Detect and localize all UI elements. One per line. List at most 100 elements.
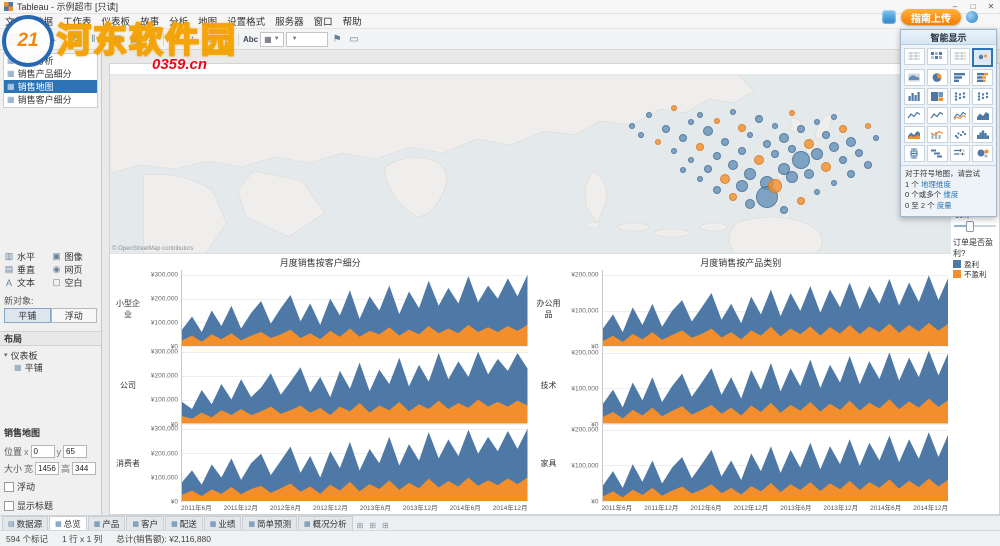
showme-continuous-lines[interactable] [904, 107, 925, 124]
tiled-button[interactable]: 平铺 [4, 307, 51, 323]
map-mark[interactable] [814, 119, 821, 126]
map-mark[interactable] [772, 122, 779, 129]
map-mark[interactable] [696, 176, 703, 183]
map-mark[interactable] [786, 171, 799, 184]
legend-item-盈利[interactable]: 盈利 [953, 259, 997, 269]
plot-area[interactable] [601, 270, 948, 348]
menu-item-文件[interactable]: 文件 [0, 14, 29, 28]
field-type-link[interactable]: 地理维度 [921, 180, 951, 189]
map-mark[interactable] [629, 122, 636, 129]
map-mark[interactable] [831, 113, 838, 120]
pos-y-input[interactable]: 65 [63, 445, 87, 459]
showme-dual-lines[interactable] [949, 107, 971, 124]
object-图像[interactable]: ▣ 图像 [52, 251, 98, 263]
map-mark[interactable] [789, 110, 796, 117]
map-mark[interactable] [747, 131, 754, 138]
refresh-icon[interactable]: ↻ [69, 32, 84, 47]
undo-icon[interactable]: ← [28, 32, 43, 47]
map-mark[interactable] [821, 130, 830, 139]
sheet-list-item-销售地图[interactable]: ▦ 销售地图 [4, 80, 97, 93]
menu-item-窗口[interactable]: 窗口 [309, 14, 338, 28]
map-mark[interactable] [719, 174, 730, 185]
sheet-list-item-销售产品细分[interactable]: ▦ 销售产品细分 [4, 67, 97, 80]
map-mark[interactable] [768, 179, 783, 194]
tab-简单预测[interactable]: ▦ 简单预测 [242, 516, 297, 530]
map-mark[interactable] [695, 143, 704, 152]
guide-icon[interactable] [882, 10, 896, 24]
showme-area-chart-continuous[interactable] [972, 107, 993, 124]
object-文本[interactable]: A 文本 [4, 277, 50, 289]
map-mark[interactable] [703, 126, 714, 137]
mark-type-dropdown[interactable]: ▦ ▼ [260, 31, 284, 47]
layout-tree-dashboard[interactable]: ▾ 仪表板 [4, 349, 97, 361]
map-mark[interactable] [846, 136, 857, 147]
layout-tree-tiled[interactable]: ▦ 平铺 [4, 361, 97, 373]
menu-item-工作表[interactable]: 工作表 [58, 14, 97, 28]
map-mark[interactable] [688, 119, 695, 126]
showme-text-table[interactable] [904, 48, 925, 65]
menu-item-服务器[interactable]: 服务器 [270, 14, 309, 28]
map-mark[interactable] [762, 139, 771, 148]
fit-dropdown[interactable]: ▼ [285, 31, 328, 47]
floating-checkbox[interactable] [4, 481, 14, 492]
tab-客户[interactable]: ▦ 客户 [126, 516, 165, 530]
map-mark[interactable] [688, 156, 695, 163]
close-button[interactable]: ✕ [982, 0, 1000, 13]
map-mark[interactable] [804, 168, 815, 179]
map-mark[interactable] [678, 134, 687, 143]
pos-x-input[interactable]: 0 [30, 445, 55, 459]
show-title-checkbox[interactable] [4, 500, 14, 511]
filter-slider[interactable] [953, 220, 997, 232]
tab-概况分析[interactable]: ▦ 概况分析 [297, 516, 353, 530]
map-mark[interactable] [671, 105, 678, 112]
layout-pane-header[interactable]: 布局 [0, 330, 101, 347]
map-mark[interactable] [754, 114, 763, 123]
showme-packed-bubbles[interactable] [972, 145, 993, 162]
map-mark[interactable] [811, 148, 824, 161]
guide-dot-icon[interactable] [966, 11, 978, 23]
map-mark[interactable] [820, 161, 831, 172]
map-mark[interactable] [712, 185, 721, 194]
showme-bullet-graph[interactable] [949, 145, 971, 162]
map-mark[interactable] [873, 135, 880, 142]
showme-scatter-plot[interactable] [949, 126, 971, 143]
map-mark[interactable] [745, 199, 756, 210]
map-mark[interactable] [737, 123, 746, 132]
map-mark[interactable] [779, 205, 788, 214]
menu-item-设置格式[interactable]: 设置格式 [222, 14, 270, 28]
clear-icon[interactable]: ✕ [144, 32, 159, 47]
tab-数据源[interactable]: ▤ 数据源 [2, 516, 49, 530]
sort-descending-icon[interactable]: ↓ [202, 32, 217, 47]
showme-side-by-side-circles[interactable] [972, 88, 993, 105]
map-mark[interactable] [814, 188, 821, 195]
map-mark[interactable] [744, 167, 757, 180]
map-mark[interactable] [864, 122, 871, 129]
map-mark[interactable] [829, 142, 840, 153]
new-dashboard-tab-button[interactable]: ⊞ [366, 521, 379, 530]
map-mark[interactable] [696, 112, 703, 119]
map-mark[interactable] [728, 160, 739, 170]
map-mark[interactable] [847, 169, 856, 178]
pause-updates-icon[interactable]: ‖ [86, 32, 101, 47]
map-mark[interactable] [704, 164, 713, 173]
pin-icon[interactable]: ⚑ [330, 32, 345, 47]
plot-area[interactable] [181, 270, 528, 348]
tab-配送[interactable]: ▦ 配送 [165, 516, 203, 530]
map-mark[interactable] [679, 167, 686, 174]
field-type-link[interactable]: 度量 [937, 201, 952, 210]
new-worksheet-tab-button[interactable]: ⊞ [354, 521, 367, 530]
highlight-icon[interactable]: ✎ [219, 32, 234, 47]
duplicate-icon[interactable]: ▣ [127, 32, 142, 47]
tab-总览[interactable]: ▦ 总览 [49, 516, 87, 530]
map-mark[interactable] [796, 196, 805, 205]
chart-customer-segment[interactable]: 月度销售按客户细分 小型企业 ¥300,000 ¥200,000 ¥100,000 ¥0 公… [110, 257, 531, 514]
showme-highlight-table[interactable] [949, 48, 971, 65]
menu-item-地图[interactable]: 地图 [193, 14, 222, 28]
map-mark[interactable] [863, 161, 872, 169]
showme-horizontal-bars[interactable] [949, 69, 971, 86]
showme-pie-chart[interactable] [926, 69, 948, 86]
sort-ascending-icon[interactable]: ↑ [185, 32, 200, 47]
map-mark[interactable] [671, 147, 678, 154]
map-mark[interactable] [654, 138, 661, 145]
new-story-tab-button[interactable]: ⊞ [379, 521, 392, 530]
